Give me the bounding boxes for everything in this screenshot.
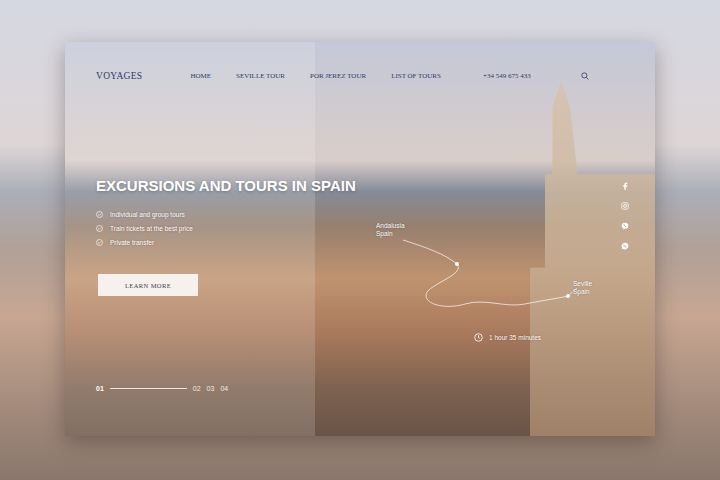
check-icon bbox=[96, 239, 103, 246]
route-duration: 1 hour 35 minutes bbox=[474, 333, 541, 342]
cathedral-photo bbox=[530, 62, 655, 436]
feature-item: Individual and group tours bbox=[96, 207, 193, 221]
slide-number[interactable]: 02 bbox=[193, 385, 201, 392]
facebook-icon[interactable] bbox=[621, 182, 629, 190]
page-background: AndalusiaSpain SevilleSpain 1 hour 35 mi… bbox=[0, 0, 720, 480]
feature-list: Individual and group tours Train tickets… bbox=[96, 207, 193, 249]
nav-link[interactable]: POR JEREZ TOUR bbox=[310, 72, 366, 80]
nav-links: HOME SEVILLE TOUR POR JEREZ TOUR LIST OF TO… bbox=[190, 72, 441, 80]
nav-link[interactable]: SEVILLE TOUR bbox=[236, 72, 285, 80]
check-icon bbox=[96, 225, 103, 232]
top-nav: VOYAGES HOME SEVILLE TOUR POR JEREZ TOUR LI… bbox=[96, 66, 589, 86]
feature-item: Private transfer bbox=[96, 235, 193, 249]
route-end-label: SevilleSpain bbox=[573, 280, 592, 296]
slide-number[interactable]: 04 bbox=[220, 385, 228, 392]
slide-progress-line bbox=[110, 388, 187, 389]
social-links bbox=[621, 182, 629, 250]
hero-card: AndalusiaSpain SevilleSpain 1 hour 35 mi… bbox=[65, 42, 655, 436]
slide-number[interactable]: 03 bbox=[207, 385, 215, 392]
instagram-icon[interactable] bbox=[621, 202, 629, 210]
learn-more-button[interactable]: LEARN MORE bbox=[98, 274, 198, 296]
clock-icon bbox=[474, 333, 483, 342]
logo[interactable]: VOYAGES bbox=[96, 71, 142, 81]
viber-icon[interactable] bbox=[621, 222, 629, 230]
slide-pager: 01 02 03 04 bbox=[96, 385, 228, 392]
search-icon[interactable] bbox=[581, 72, 589, 80]
nav-link[interactable]: HOME bbox=[190, 72, 211, 80]
hero-title: EXCURSIONS AND TOURS IN SPAIN bbox=[96, 177, 356, 195]
route-start-label: AndalusiaSpain bbox=[376, 222, 405, 238]
feature-item: Train tickets at the best price bbox=[96, 221, 193, 235]
check-icon bbox=[96, 211, 103, 218]
phone-number[interactable]: +34 549 675 433 bbox=[483, 72, 531, 80]
nav-link[interactable]: LIST OF TOURS bbox=[391, 72, 441, 80]
slide-number[interactable]: 01 bbox=[96, 385, 104, 392]
whatsapp-icon[interactable] bbox=[621, 242, 629, 250]
